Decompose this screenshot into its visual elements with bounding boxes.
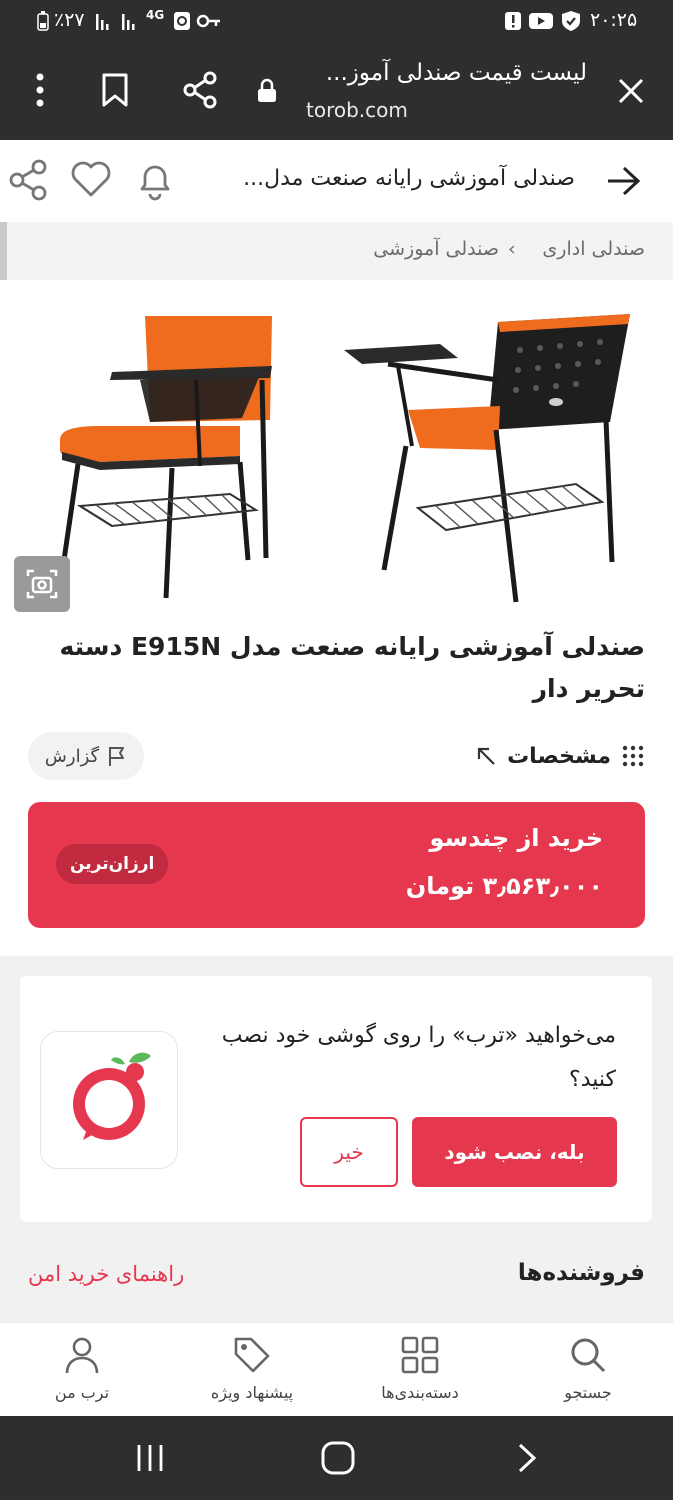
key-icon: [196, 14, 220, 28]
browser-page-title[interactable]: لیست قیمت صندلی آموز...: [326, 60, 587, 86]
visual-search-button[interactable]: [14, 556, 70, 612]
nav-categories[interactable]: دسته‌بندی‌ها: [360, 1323, 480, 1417]
clock: ۲۰:۲۵: [590, 9, 638, 31]
nav-special-offers-label: پیشنهاد ویژه: [210, 1383, 294, 1402]
product-image[interactable]: [0, 280, 673, 620]
share-icon[interactable]: [182, 70, 218, 110]
report-button[interactable]: گزارش: [28, 732, 144, 780]
breadcrumb: صندلی اداری › صندلی آموزشی: [0, 222, 673, 322]
chair-left: [60, 316, 272, 599]
battery-icon: [37, 11, 49, 31]
browser-toolbar: لیست قیمت صندلی آموز... torob.com: [0, 42, 673, 140]
android-navigation-bar: [0, 1416, 673, 1500]
recent-apps-icon[interactable]: [134, 1442, 166, 1474]
shield-check-icon: [562, 11, 580, 31]
chair-right: [344, 314, 630, 603]
nav-categories-label: دسته‌بندی‌ها: [381, 1383, 459, 1402]
home-icon[interactable]: [320, 1440, 356, 1476]
sellers-title: فروشنده‌ها: [517, 1260, 645, 1286]
network-type: 4G: [146, 8, 165, 22]
tag-icon: [234, 1337, 270, 1373]
specs-link[interactable]: مشخصات: [475, 738, 645, 774]
nav-profile[interactable]: ترب من: [22, 1323, 142, 1417]
signal-icon-2: [122, 14, 135, 30]
back-icon[interactable]: [512, 1442, 540, 1474]
buy-shop-name: خرید از چندسو: [429, 824, 603, 852]
nav-special-offers[interactable]: پیشنهاد ویژه: [192, 1323, 312, 1417]
breadcrumb-item-office-chair[interactable]: صندلی اداری: [542, 238, 645, 260]
install-no-button[interactable]: خیر: [300, 1117, 398, 1187]
camera-search-icon: [26, 569, 58, 599]
search-icon: [571, 1338, 606, 1373]
youtube-icon: [529, 13, 553, 29]
grid-dots-icon: [622, 745, 644, 767]
share-icon[interactable]: [8, 158, 48, 202]
flag-icon: [109, 747, 125, 766]
nav-profile-label: ترب من: [54, 1383, 110, 1402]
bell-icon[interactable]: [134, 158, 176, 202]
breadcrumb-separator: ›: [508, 238, 516, 260]
arrow-up-left-icon: [477, 747, 495, 765]
bottom-navigation: جستجو دسته‌بندی‌ها پیشنهاد ویژه ترب من: [0, 1322, 673, 1416]
battery-percent: ٪۲۷: [54, 9, 85, 31]
safe-shopping-guide-link[interactable]: راهنمای خرید امن: [28, 1262, 184, 1286]
chair-illustration: [60, 314, 630, 603]
install-app-card: می‌خواهید «ترب» را روی گوشی خود نصب کنید…: [20, 976, 652, 1222]
heart-icon[interactable]: [70, 160, 112, 198]
more-options-icon[interactable]: [30, 72, 50, 108]
torob-logo-icon: [73, 1052, 151, 1140]
recycle-icon: [174, 12, 190, 30]
install-prompt-text: می‌خواهید «ترب» را روی گوشی خود نصب کنید…: [221, 1023, 616, 1092]
back-arrow-icon[interactable]: [606, 164, 640, 198]
torob-app-logo: [40, 1031, 178, 1169]
breadcrumb-item-educational-chair[interactable]: صندلی آموزشی: [373, 238, 499, 260]
nav-search-label: جستجو: [564, 1383, 612, 1402]
signal-icon: [96, 14, 109, 30]
browser-url[interactable]: torob.com: [306, 98, 408, 122]
report-label: گزارش: [44, 745, 100, 767]
specs-label: مشخصات: [507, 743, 611, 769]
cheapest-badge: ارزان‌ترین: [56, 844, 169, 884]
install-section: می‌خواهید «ترب» را روی گوشی خود نصب کنید…: [0, 956, 673, 1322]
status-bar: ٪۲۷ 4G ۲۰:۲۵: [0, 0, 673, 42]
nav-search[interactable]: جستجو: [528, 1323, 648, 1417]
categories-icon: [401, 1336, 439, 1374]
user-icon: [65, 1337, 99, 1374]
bookmark-icon[interactable]: [100, 72, 130, 108]
page-header: صندلی آموزشی رایانه صنعت مدل...: [0, 140, 673, 222]
install-yes-button[interactable]: بله، نصب شود: [412, 1117, 617, 1187]
header-title: صندلی آموزشی رایانه صنعت مدل...: [243, 166, 575, 191]
close-tab-icon[interactable]: [616, 76, 646, 106]
alert-icon: [505, 12, 521, 30]
buy-card[interactable]: خرید از چندسو ۳٫۵۶۳٫۰۰۰ تومان ارزان‌ترین: [28, 802, 645, 928]
lock-icon: [258, 78, 276, 102]
product-title: صندلی آموزشی رایانه صنعت مدل E915N دسته …: [59, 632, 646, 703]
buy-price: ۳٫۵۶۳٫۰۰۰ تومان: [405, 872, 603, 900]
